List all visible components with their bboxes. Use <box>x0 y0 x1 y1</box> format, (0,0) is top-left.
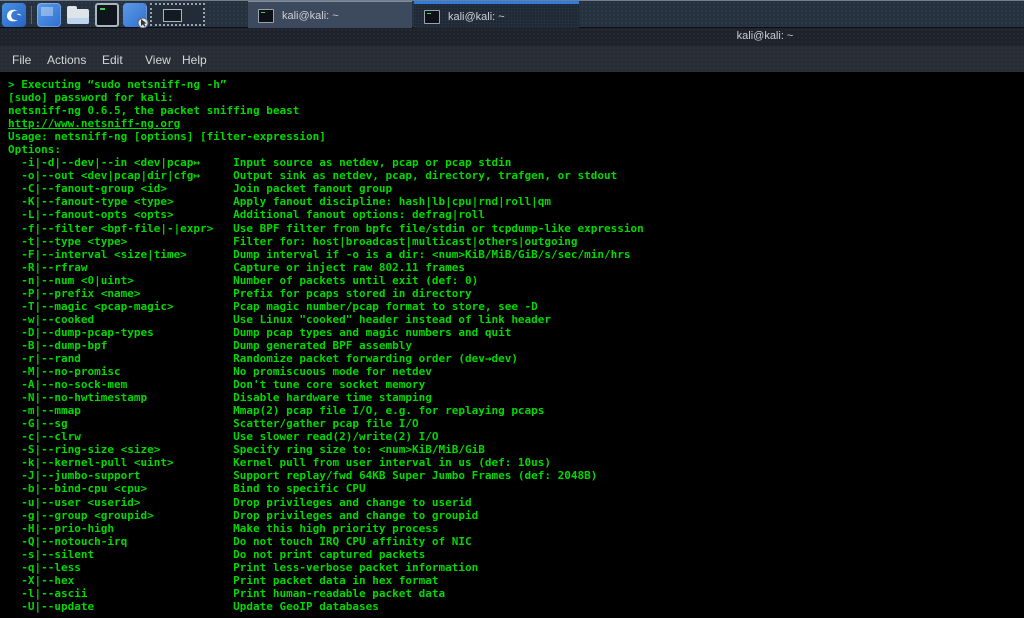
terminal-line: -c|--clrw Use slower read(2)/write(2) I/… <box>8 430 1024 443</box>
terminal-line: -g|--group <groupid> Drop privileges and… <box>8 509 1024 522</box>
terminal-line: -k|--kernel-pull <uint> Kernel pull from… <box>8 456 1024 469</box>
workspace-window-thumb <box>163 9 182 22</box>
terminal-window-icon <box>424 10 440 24</box>
terminal-line: -i|-d|--dev|--in <dev|pcap↦ Input source… <box>8 156 1024 169</box>
pointer-tool-icon[interactable] <box>123 3 147 27</box>
terminal-line: -U|--update Update GeoIP databases <box>8 600 1024 613</box>
terminal-line: -w|--cooked Use Linux "cooked" header in… <box>8 313 1024 326</box>
terminal-line: -A|--no-sock-mem Don't tune core socket … <box>8 378 1024 391</box>
terminal-line: -Q|--notouch-irq Do not touch IRQ CPU af… <box>8 535 1024 548</box>
terminal-line: -R|--rfraw Capture or inject raw 802.11 … <box>8 261 1024 274</box>
terminal-window-icon <box>258 9 274 23</box>
terminal-line: -X|--hex Print packet data in hex format <box>8 574 1024 587</box>
taskbar: kali@kali: ~ kali@kali: ~ <box>0 0 1024 28</box>
terminal-line: -B|--dump-bpf Dump generated BPF assembl… <box>8 339 1024 352</box>
terminal-line: -b|--bind-cpu <cpu> Bind to specific CPU <box>8 482 1024 495</box>
terminal-line: -D|--dump-pcap-types Dump pcap types and… <box>8 326 1024 339</box>
terminal-line: -l|--ascii Print human-readable packet d… <box>8 587 1024 600</box>
menu-edit[interactable]: Edit <box>98 51 127 69</box>
terminal-line: Usage: netsniff-ng [options] [filter-exp… <box>8 130 1024 143</box>
menu-view[interactable]: View <box>141 51 175 69</box>
panel-separator <box>146 6 147 24</box>
terminal-line: -J|--jumbo-support Support replay/fwd 64… <box>8 469 1024 482</box>
window-titlebar[interactable]: kali@kali: ~ <box>0 28 1024 46</box>
menu-actions[interactable]: Actions <box>43 51 90 69</box>
workspace-switcher[interactable] <box>150 3 205 26</box>
terminal-launcher-icon[interactable] <box>95 3 119 27</box>
terminal-line: -f|--filter <bpf-file|-|expr> Use BPF fi… <box>8 222 1024 235</box>
menu-file[interactable]: File <box>8 51 35 69</box>
terminal-line: -m|--mmap Mmap(2) pcap file I/O, e.g. fo… <box>8 404 1024 417</box>
terminal-line: [sudo] password for kali: <box>8 91 1024 104</box>
terminal-line: -C|--fanout-group <id> Join packet fanou… <box>8 182 1024 195</box>
folder-body <box>67 9 89 24</box>
terminal-line: -T|--magic <pcap-magic> Pcap magic numbe… <box>8 300 1024 313</box>
panel-separator <box>31 6 32 24</box>
taskbar-window-button-active[interactable]: kali@kali: ~ <box>414 1 579 29</box>
terminal-line: Options: <box>8 143 1024 156</box>
desktop: kali@kali: ~ kali@kali: ~ kali@kali: ~ F… <box>0 0 1024 618</box>
menu-bar: File Actions Edit View Help <box>0 46 1024 72</box>
terminal-line: -F|--interval <size|time> Dump interval … <box>8 248 1024 261</box>
app-icon[interactable] <box>37 3 61 27</box>
terminal-line: -N|--no-hwtimestamp Disable hardware tim… <box>8 391 1024 404</box>
window-title: kali@kali: ~ <box>700 30 830 42</box>
kali-dragon-glyph <box>4 5 24 25</box>
menu-help[interactable]: Help <box>178 51 211 69</box>
terminal-line: -S|--ring-size <size> Specify ring size … <box>8 443 1024 456</box>
terminal-line: -u|--user <userid> Drop privileges and c… <box>8 496 1024 509</box>
terminal-line: -K|--fanout-type <type> Apply fanout dis… <box>8 195 1024 208</box>
terminal-line: -t|--type <type> Filter for: host|broadc… <box>8 235 1024 248</box>
terminal-line: -r|--rand Randomize packet forwarding or… <box>8 352 1024 365</box>
terminal-line: netsniff-ng 0.6.5, the packet sniffing b… <box>8 104 1024 117</box>
terminal-line: > Executing “sudo netsniff-ng -h” <box>8 78 1024 91</box>
terminal-line: -L|--fanout-opts <opts> Additional fanou… <box>8 208 1024 221</box>
terminal-line: -P|--prefix <name> Prefix for pcaps stor… <box>8 287 1024 300</box>
file-manager-icon[interactable] <box>66 3 90 27</box>
terminal-link[interactable]: http://www.netsniff-ng.org <box>8 117 1024 130</box>
taskbar-window-label: kali@kali: ~ <box>282 10 339 22</box>
terminal-line: -n|--num <0|uint> Number of packets unti… <box>8 274 1024 287</box>
taskbar-window-label: kali@kali: ~ <box>448 11 505 23</box>
terminal-line: -G|--sg Scatter/gather pcap file I/O <box>8 417 1024 430</box>
taskbar-window-button[interactable]: kali@kali: ~ <box>248 1 412 29</box>
terminal-output[interactable]: > Executing “sudo netsniff-ng -h”[sudo] … <box>0 72 1024 618</box>
kali-menu-icon[interactable] <box>2 3 26 27</box>
terminal-line: -H|--prio-high Make this high priority p… <box>8 522 1024 535</box>
terminal-line: -M|--no-promisc No promiscuous mode for … <box>8 365 1024 378</box>
terminal-line: -o|--out <dev|pcap|dir|cfg↦ Output sink … <box>8 169 1024 182</box>
terminal-line: -q|--less Print less-verbose packet info… <box>8 561 1024 574</box>
terminal-line: -s|--silent Do not print captured packet… <box>8 548 1024 561</box>
